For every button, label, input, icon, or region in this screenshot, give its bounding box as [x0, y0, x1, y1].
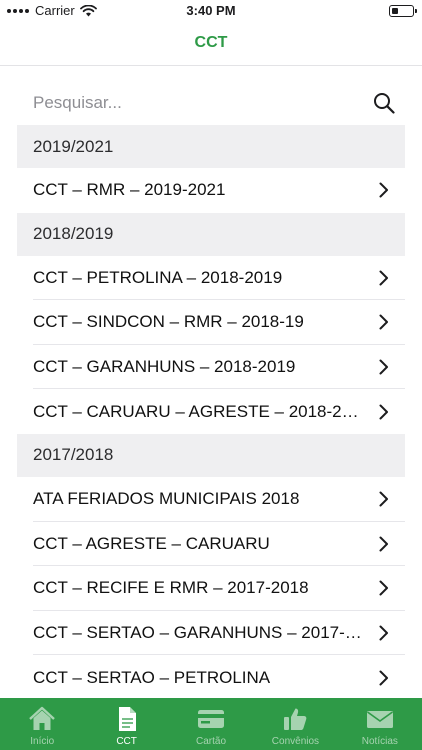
chevron-right-icon: [379, 270, 388, 286]
chevron-right-icon: [379, 625, 388, 641]
list-item[interactable]: CCT – CARUARU – AGRESTE – 2018-2019: [17, 389, 405, 434]
navigation-bar: CCT: [0, 22, 422, 66]
tab-label: Convênios: [271, 736, 320, 747]
tab-label: Cartão: [196, 736, 227, 747]
section-header: 2019/2021: [17, 125, 405, 168]
chevron-right-icon: [379, 404, 388, 420]
chevron-right-icon: [379, 580, 388, 596]
tab-cartao[interactable]: Cartão: [169, 698, 253, 750]
section-header: 2018/2019: [17, 212, 405, 256]
list-item-label: CCT – PETROLINA – 2018-2019: [33, 267, 283, 287]
list-item-label: CCT – SINDCON – RMR – 2018-19: [33, 312, 304, 332]
list-item-label: ATA FERIADOS MUNICIPAIS 2018: [33, 489, 300, 509]
tab-label: Notícias: [361, 736, 398, 747]
search-input[interactable]: [33, 90, 363, 116]
envelope-icon: [366, 711, 393, 728]
list-item-label: CCT – CARUARU – AGRESTE – 2018-2019: [33, 401, 363, 421]
chevron-right-icon: [379, 314, 388, 330]
chevron-right-icon: [379, 491, 388, 507]
list-item[interactable]: CCT – RMR – 2019-2021: [17, 168, 405, 213]
chevron-right-icon: [379, 536, 388, 552]
tab-inicio[interactable]: Início: [0, 698, 84, 750]
list-item[interactable]: CCT – SERTAO – PETROLINA: [17, 655, 405, 700]
list-item[interactable]: CCT – GARANHUNS – 2018-2019: [17, 345, 405, 390]
list-item[interactable]: CCT – AGRESTE – CARUARU: [17, 522, 405, 567]
page-title: CCT: [194, 34, 228, 51]
chevron-right-icon: [379, 359, 388, 375]
tab-label: Início: [30, 736, 55, 747]
home-icon: [29, 706, 56, 730]
thumbs-up-icon: [284, 708, 307, 730]
list-item-label: CCT – GARANHUNS – 2018-2019: [33, 357, 296, 377]
list-item-label: CCT – AGRESTE – CARUARU: [33, 533, 270, 553]
chevron-right-icon: [379, 182, 388, 198]
tab-label: CCT: [116, 736, 137, 747]
status-time: 3:40 PM: [186, 3, 236, 18]
list-item[interactable]: ATA FERIADOS MUNICIPAIS 2018: [17, 477, 405, 522]
cct-list: 2019/2021 CCT – RMR – 2019-2021 2018/201…: [17, 125, 405, 700]
tab-cct[interactable]: CCT: [84, 698, 168, 750]
list-item[interactable]: CCT – SERTAO – GARANHUNS – 2017-2018: [17, 611, 405, 656]
list-item-label: CCT – RMR – 2019-2021: [33, 180, 226, 200]
list-item-label: CCT – SERTAO – PETROLINA: [33, 667, 271, 687]
document-icon: [118, 707, 136, 731]
tab-noticias[interactable]: Notícias: [338, 698, 422, 750]
status-bar: Carrier 3:40 PM: [0, 0, 422, 22]
tab-bar: Início CCT Cartão Convênios Notícias: [0, 698, 422, 750]
battery-icon: [389, 5, 417, 17]
search-icon[interactable]: [373, 92, 395, 114]
list-item[interactable]: CCT – RECIFE E RMR – 2017-2018: [17, 566, 405, 611]
section-header: 2017/2018: [17, 433, 405, 477]
list-item[interactable]: CCT – SINDCON – RMR – 2018-19: [17, 300, 405, 345]
list-item[interactable]: CCT – PETROLINA – 2018-2019: [17, 256, 405, 301]
chevron-right-icon: [379, 670, 388, 686]
card-icon: [198, 710, 225, 728]
search-bar: [17, 82, 405, 124]
tab-convenios[interactable]: Convênios: [253, 698, 337, 750]
list-item-label: CCT – SERTAO – GARANHUNS – 2017-2018: [33, 623, 363, 643]
list-item-label: CCT – RECIFE E RMR – 2017-2018: [33, 578, 309, 598]
